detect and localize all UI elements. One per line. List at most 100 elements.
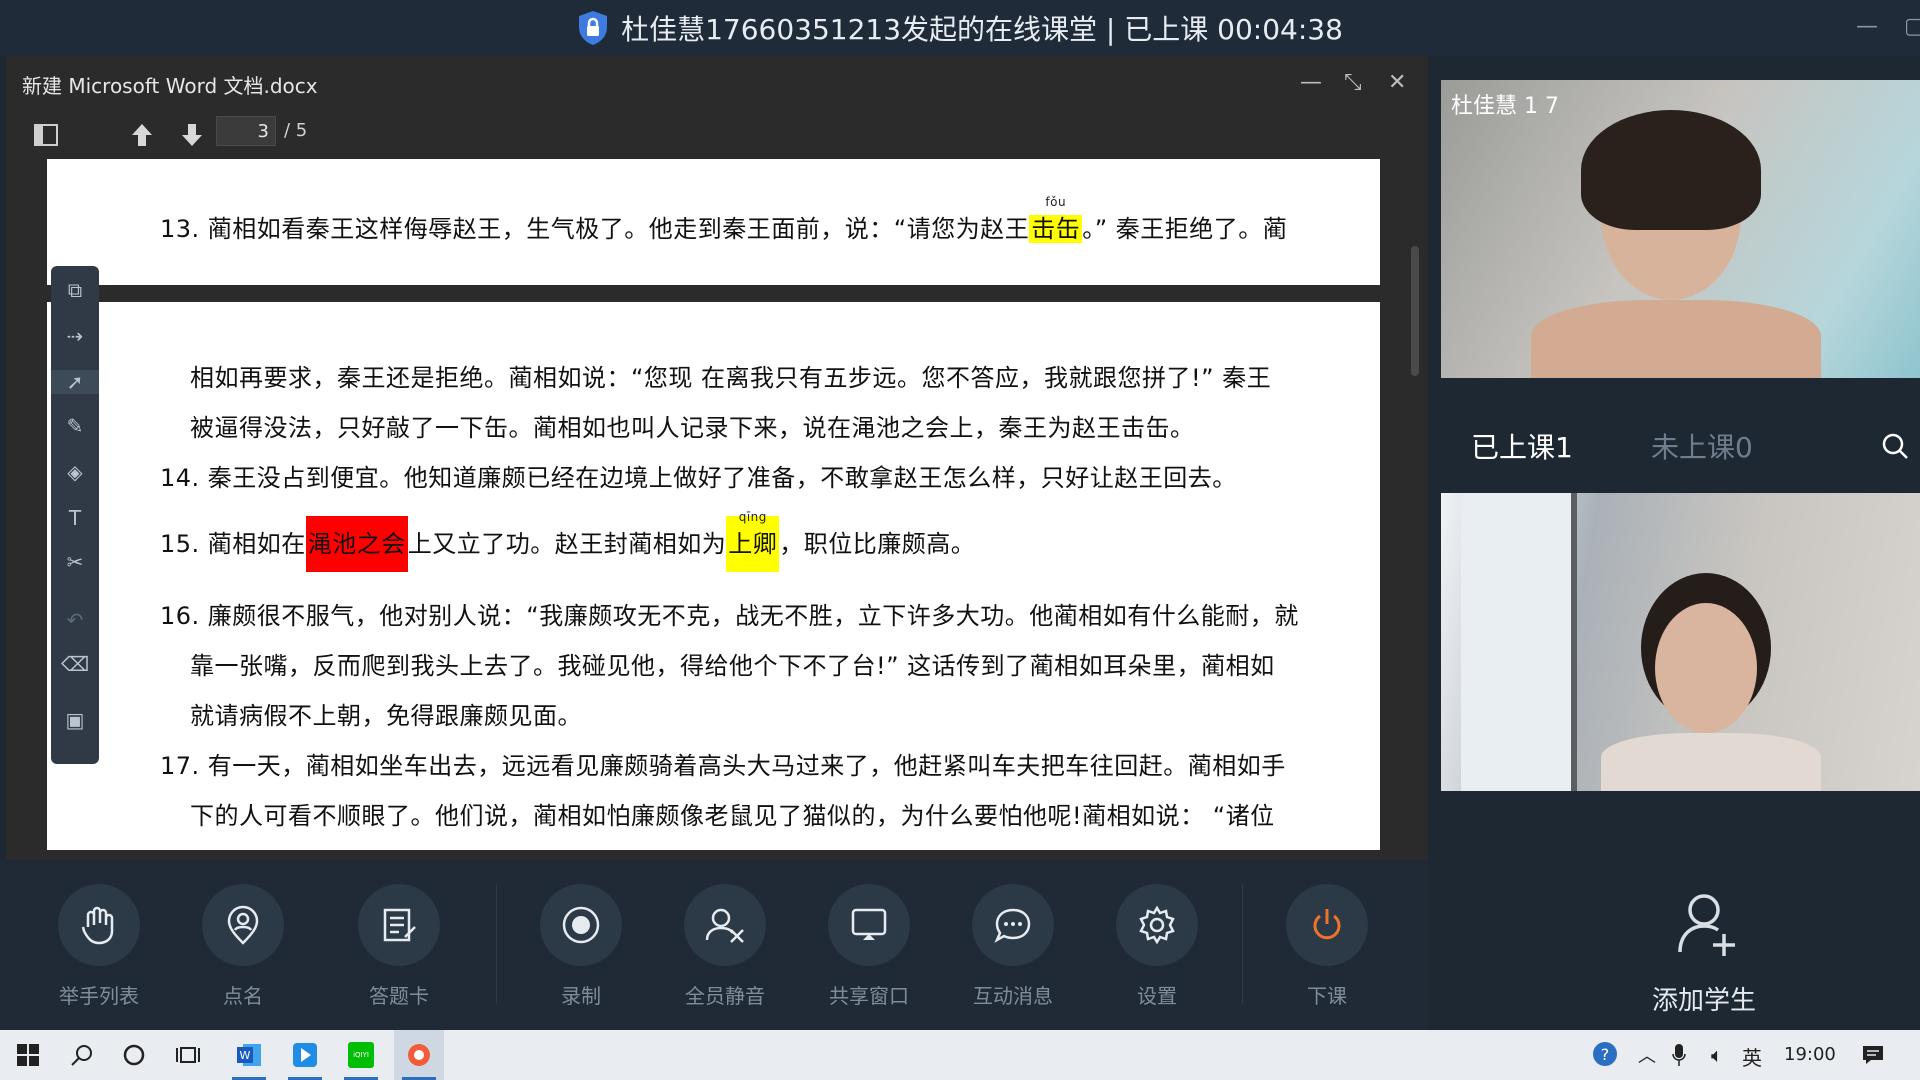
select-cursor-icon[interactable]: ➚ — [51, 370, 99, 394]
window-titlebar: 杜佳慧17660351213发起的在线课堂 | 已上课 00:04:38 — ▢ — [0, 0, 1920, 56]
text-tool-icon[interactable]: T — [51, 506, 99, 530]
task-view-icon — [176, 1047, 200, 1063]
paragraph-15: 15. 蔺相如在渑池之会上又立了功。赵王封蔺相如为 qīng 上卿，职位比廉颇高。 — [160, 510, 975, 572]
page-total: / 5 — [284, 120, 308, 141]
document-page-current: 相如再要求，秦王还是拒绝。蔺相如说：“您现 在离我只有五步远。您不答应，我就跟您… — [47, 302, 1380, 850]
location-person-icon — [227, 905, 259, 945]
cortana-icon — [123, 1044, 145, 1066]
roll-call-button[interactable]: 点名 — [188, 884, 298, 1009]
classroom-taskbar-app[interactable] — [282, 1030, 328, 1080]
new-page-icon[interactable]: ⧉ — [51, 278, 99, 302]
paragraph-13-line-2: 相如再要求，秦王还是拒绝。蔺相如说：“您现 在离我只有五步远。您不答应，我就跟您… — [190, 364, 1272, 392]
record-button[interactable]: 录制 — [526, 884, 636, 1009]
share-window-button[interactable]: 共享窗口 — [814, 884, 924, 1009]
document-viewer: 新建 Microsoft Word 文档.docx — ⤡ ✕ / 5 13. … — [6, 56, 1428, 860]
laser-pointer-icon[interactable]: ⇢ — [51, 324, 99, 348]
end-class-button[interactable]: 下课 — [1272, 884, 1382, 1009]
sidebar-toggle-icon[interactable] — [34, 124, 58, 152]
share-screen-icon — [851, 908, 887, 940]
paragraph-16-line-3: 就请病假不上朝，免得跟廉颇见面。 — [190, 702, 582, 730]
paragraph-17-line-1: 17. 有一天，蔺相如坐车出去，远远看见廉颇骑着高头大马过来了，他赶紧叫车夫把车… — [160, 752, 1286, 780]
word-taskbar-app[interactable]: W — [226, 1030, 272, 1080]
windows-taskbar: W iQIYI ? ︿ 🔈︎ 英 19:00 — [0, 1030, 1920, 1080]
paragraph-13-line-1: 13. 蔺相如看秦王这样侮辱赵王，生气极了。他走到秦王面前，说：“请您为赵王 fǒ… — [160, 195, 1288, 243]
teacher-shoulders — [1531, 300, 1821, 378]
shapes-icon[interactable]: ◈ — [51, 460, 99, 484]
raise-hand-button[interactable]: 举手列表 — [44, 884, 154, 1009]
eraser-icon[interactable]: ⌫ — [51, 652, 99, 676]
hand-icon — [81, 906, 114, 945]
next-page-button[interactable] — [180, 122, 204, 154]
start-button[interactable] — [8, 1030, 48, 1080]
meeting-taskbar-app[interactable] — [394, 1030, 444, 1080]
toolbox-icon[interactable]: ▣ — [51, 708, 99, 732]
search-button[interactable] — [60, 1030, 104, 1080]
microphone-icon[interactable] — [1664, 1030, 1694, 1080]
class-title: 杜佳慧17660351213发起的在线课堂 | 已上课 00:04:38 — [577, 8, 1343, 48]
word-icon: W — [237, 1044, 261, 1066]
pen-icon[interactable]: ✎ — [51, 414, 99, 438]
lock-shield-icon — [579, 11, 608, 45]
document-title: 新建 Microsoft Word 文档.docx — [22, 73, 318, 98]
cortana-button[interactable] — [112, 1030, 156, 1080]
svg-text:W: W — [240, 1049, 251, 1062]
search-icon[interactable] — [1881, 432, 1909, 464]
chat-bubble-icon — [994, 908, 1031, 943]
teacher-name: 杜佳慧 1 7 — [1451, 94, 1559, 119]
taskbar-search-icon — [71, 1045, 92, 1066]
teacher-hair — [1581, 110, 1761, 230]
add-student-label[interactable]: 添加学生 — [1652, 980, 1756, 1017]
document-scrollbar[interactable] — [1411, 246, 1419, 376]
teacher-video[interactable]: 杜佳慧 1 7 — [1441, 80, 1920, 378]
iqiyi-taskbar-app[interactable]: iQIYI — [338, 1030, 384, 1080]
mute-all-button[interactable]: 全员静音 — [670, 884, 780, 1009]
class-title-text: 杜佳慧17660351213发起的在线课堂 | 已上课 00:04:38 — [621, 13, 1343, 46]
highlight-mianchi: 渑池之会 — [305, 516, 408, 572]
document-titlebar: 新建 Microsoft Word 文档.docx — ⤡ ✕ — [6, 56, 1428, 112]
document-page-previous: 13. 蔺相如看秦王这样侮辱赵王，生气极了。他走到秦王面前，说：“请您为赵王 fǒ… — [47, 159, 1380, 285]
svg-text:?: ? — [1601, 1045, 1610, 1064]
answer-card-icon — [383, 908, 416, 942]
clock[interactable]: 19:00 — [1784, 1044, 1836, 1065]
windows-logo-icon — [17, 1044, 39, 1066]
annotation-toolbar: ⧉ ⇢ ➚ ✎ ◈ T ✂ ↶ ⌫ ▣ — [51, 266, 99, 764]
window-frame — [1461, 493, 1577, 791]
classroom-toolbar: 举手列表 点名 答题卡 录制 全员静音 共享窗口 互动消息 设置 下课 — [0, 860, 1428, 1030]
record-icon — [562, 906, 600, 944]
power-icon — [1313, 909, 1341, 940]
paragraph-16-line-1: 16. 廉颇很不服气，他对别人说：“我廉颇攻无不克，战无不胜，立下许多大功。他蔺… — [160, 602, 1299, 630]
maximize-window-button[interactable]: ▢ — [1904, 14, 1920, 39]
answer-card-button[interactable]: 答题卡 — [344, 884, 454, 1009]
doc-close-button[interactable]: ✕ — [1388, 70, 1406, 95]
show-hidden-icons-chevron-icon[interactable]: ︿ — [1634, 1030, 1660, 1080]
input-language-indicator[interactable]: 英 — [1742, 1042, 1762, 1071]
scissors-icon[interactable]: ✂ — [51, 550, 99, 574]
settings-button[interactable]: 设置 — [1102, 884, 1212, 1009]
iqiyi-icon: iQIYI — [348, 1042, 374, 1068]
meeting-app-icon — [408, 1044, 430, 1066]
undo-icon[interactable]: ↶ — [51, 608, 99, 632]
volume-icon[interactable]: 🔈︎ — [1700, 1030, 1734, 1080]
messages-button[interactable]: 互动消息 — [958, 884, 1068, 1009]
gear-icon — [1139, 905, 1175, 945]
highlight-fou: fǒu 击缶 — [1029, 195, 1083, 243]
classroom-app-icon — [293, 1043, 317, 1067]
student-video[interactable] — [1441, 493, 1920, 791]
toolbar-divider — [496, 884, 497, 1004]
notification-center-icon[interactable] — [1858, 1030, 1888, 1080]
student-shoulders — [1601, 733, 1821, 791]
mute-all-icon — [705, 908, 744, 943]
task-view-button[interactable] — [166, 1030, 210, 1080]
page-number-input[interactable] — [216, 116, 276, 146]
doc-minimize-button[interactable]: — — [1300, 70, 1322, 95]
add-student-icon[interactable] — [1676, 890, 1740, 964]
minimize-window-button[interactable]: — — [1856, 14, 1878, 39]
highlight-shangqing: qīng 上卿 — [726, 510, 780, 572]
doc-restore-button[interactable]: ⤡ — [1344, 70, 1362, 95]
help-tray-icon[interactable]: ? — [1588, 1030, 1624, 1080]
attendance-tabs: 已上课1 未上课0 — [1441, 418, 1920, 474]
tab-attended[interactable]: 已上课1 — [1471, 426, 1573, 466]
toolbar-divider — [1242, 884, 1243, 1004]
previous-page-button[interactable] — [130, 122, 154, 154]
tab-absent[interactable]: 未上课0 — [1651, 426, 1753, 466]
